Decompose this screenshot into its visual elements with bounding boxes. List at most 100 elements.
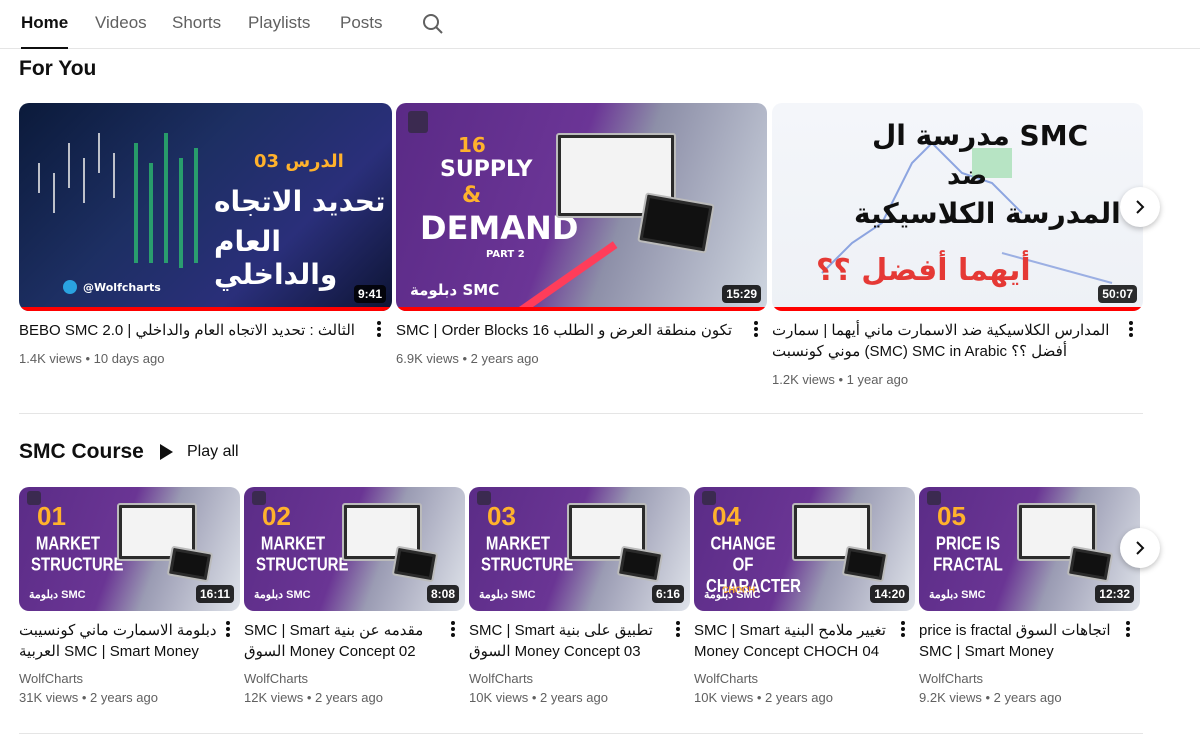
thumb-number: 03 bbox=[487, 501, 516, 531]
thumb-title-line: ضد bbox=[947, 161, 988, 191]
thumb-number: 01 bbox=[37, 501, 66, 531]
play-all-label: Play all bbox=[187, 443, 239, 460]
section-divider bbox=[19, 413, 1143, 414]
video-meta: 10K views • 2 years ago bbox=[469, 690, 608, 705]
channel-name[interactable]: WolfCharts bbox=[694, 671, 758, 686]
thumb-number: 05 bbox=[937, 501, 966, 531]
thumb-question: أيهما أفضل ؟؟ bbox=[816, 253, 1031, 288]
chevron-right-icon bbox=[1136, 200, 1145, 214]
video-title[interactable]: المدارس الكلاسيكية ضد الاسمارت ماني أيهم… bbox=[772, 320, 1117, 364]
more-vert-icon[interactable] bbox=[674, 620, 682, 640]
thumb-title-line: المدرسة الكلاسيكية bbox=[854, 197, 1121, 230]
more-vert-icon[interactable] bbox=[1127, 320, 1135, 340]
duration-badge: 15:29 bbox=[722, 285, 761, 303]
thumb-title-line: SUPPLY bbox=[440, 157, 533, 182]
thumb-title-line: مدرسة ال SMC bbox=[872, 119, 1089, 152]
channel-name[interactable]: WolfCharts bbox=[244, 671, 308, 686]
thumb-subtitle: دبلومة SMC bbox=[929, 589, 986, 601]
video-meta: 12K views • 2 years ago bbox=[244, 690, 383, 705]
play-icon bbox=[160, 444, 173, 460]
carousel-next-button[interactable] bbox=[1120, 187, 1160, 227]
video-meta: 10K views • 2 years ago bbox=[694, 690, 833, 705]
tablet-graphic bbox=[391, 545, 439, 583]
tablet-graphic bbox=[1066, 545, 1114, 583]
more-vert-icon[interactable] bbox=[224, 620, 232, 640]
more-vert-icon[interactable] bbox=[752, 320, 760, 340]
thumb-title-line: العام والداخلي bbox=[214, 225, 338, 291]
video-thumbnail[interactable]: 01 MARKET STRUCTURE دبلومة SMC 16:11 bbox=[19, 487, 240, 611]
watch-progress bbox=[772, 307, 1143, 311]
tablet-graphic bbox=[637, 192, 715, 254]
thumb-handle: @Wolfcharts bbox=[83, 281, 161, 294]
thumb-number: 02 bbox=[262, 501, 291, 531]
watch-progress bbox=[19, 307, 392, 311]
video-meta: 9.2K views • 2 years ago bbox=[919, 690, 1062, 705]
video-thumbnail[interactable]: مدرسة ال SMC ضد المدرسة الكلاسيكية أيهما… bbox=[772, 103, 1143, 311]
tab-videos[interactable]: Videos bbox=[95, 13, 147, 49]
tab-shorts[interactable]: Shorts bbox=[172, 13, 221, 49]
duration-badge: 8:08 bbox=[426, 585, 459, 603]
channel-tabs: Home Videos Shorts Playlists Posts bbox=[0, 0, 1200, 49]
thumb-title: MARKET STRUCTURE bbox=[256, 533, 349, 576]
telegram-icon bbox=[63, 280, 77, 294]
video-thumbnail[interactable]: 04 CHANGE OF CHARACTER CHOCH دبلومة SMC … bbox=[694, 487, 915, 611]
thumb-part: PART 2 bbox=[486, 249, 525, 260]
carousel-next-button[interactable] bbox=[1120, 528, 1160, 568]
section-divider bbox=[19, 733, 1143, 734]
video-thumbnail[interactable]: 05 PRICE IS FRACTAL دبلومة SMC 12:32 bbox=[919, 487, 1140, 611]
more-vert-icon[interactable] bbox=[899, 620, 907, 640]
tab-playlists[interactable]: Playlists bbox=[248, 13, 310, 49]
channel-name[interactable]: WolfCharts bbox=[469, 671, 533, 686]
video-thumbnail[interactable]: 02 MARKET STRUCTURE دبلومة SMC 8:08 bbox=[244, 487, 465, 611]
video-title[interactable]: price is fractal اتجاهات السوق SMC | Sma… bbox=[919, 620, 1117, 662]
video-meta: 6.9K views • 2 years ago bbox=[396, 351, 539, 366]
thumb-subtitle: دبلومة SMC bbox=[29, 589, 86, 601]
tablet-graphic bbox=[841, 545, 889, 583]
channel-name[interactable]: WolfCharts bbox=[19, 671, 83, 686]
thumb-title: PRICE IS FRACTAL bbox=[933, 533, 1003, 576]
wolf-logo-icon bbox=[408, 111, 428, 133]
thumb-title: MARKET STRUCTURE bbox=[31, 533, 124, 576]
duration-badge: 9:41 bbox=[353, 285, 386, 303]
watch-progress bbox=[396, 307, 767, 311]
thumb-title: MARKET STRUCTURE bbox=[481, 533, 574, 576]
tablet-graphic bbox=[616, 545, 664, 583]
thumb-number: 04 bbox=[712, 501, 741, 531]
thumb-subtitle: دبلومة SMC bbox=[479, 589, 536, 601]
video-title[interactable]: SMC | Smart تغيير ملامح البنية Money Con… bbox=[694, 620, 892, 662]
tablet-graphic bbox=[166, 545, 214, 583]
thumb-subtitle: دبلومة SMC bbox=[704, 589, 761, 601]
duration-badge: 6:16 bbox=[651, 585, 684, 603]
duration-badge: 14:20 bbox=[870, 585, 909, 603]
section-title-smc-course: SMC Course bbox=[19, 440, 144, 463]
video-title[interactable]: SMC | Smart مقدمه عن بنية السوق Money Co… bbox=[244, 620, 442, 662]
video-title[interactable]: دبلومة الاسمارت ماني كونسيبت العربية SMC… bbox=[19, 620, 217, 662]
section-title-for-you: For You bbox=[19, 57, 97, 80]
video-meta: 31K views • 2 years ago bbox=[19, 690, 158, 705]
more-vert-icon[interactable] bbox=[375, 320, 383, 340]
duration-badge: 50:07 bbox=[1098, 285, 1137, 303]
more-vert-icon[interactable] bbox=[1124, 620, 1132, 640]
duration-badge: 12:32 bbox=[1095, 585, 1134, 603]
play-all-button[interactable]: Play all bbox=[160, 440, 239, 464]
video-title[interactable]: BEBO SMC 2.0 | الدرس الثالث : تحديد الات… bbox=[19, 320, 359, 342]
video-meta: 1.4K views • 10 days ago bbox=[19, 351, 165, 366]
video-thumbnail[interactable]: الدرس 03 تحديد الاتجاه العام والداخلي @W… bbox=[19, 103, 392, 311]
thumb-subtitle: دبلومة SMC bbox=[410, 281, 500, 299]
video-title[interactable]: SMC | Order Blocks 16 شروط تكون منطقة ال… bbox=[396, 320, 736, 342]
thumb-title-line: DEMAND bbox=[420, 209, 579, 247]
video-meta: 1.2K views • 1 year ago bbox=[772, 372, 909, 387]
tab-home[interactable]: Home bbox=[21, 13, 69, 49]
chevron-right-icon bbox=[1136, 541, 1145, 555]
tab-posts[interactable]: Posts bbox=[340, 13, 383, 49]
search-icon[interactable] bbox=[421, 12, 445, 36]
more-vert-icon[interactable] bbox=[449, 620, 457, 640]
channel-name[interactable]: WolfCharts bbox=[919, 671, 983, 686]
thumb-lesson-label: الدرس 03 bbox=[254, 151, 344, 172]
duration-badge: 16:11 bbox=[195, 585, 234, 603]
thumb-title-line: تحديد الاتجاه bbox=[214, 185, 386, 218]
video-title[interactable]: SMC | Smart تطبيق على بنية السوق Money C… bbox=[469, 620, 667, 662]
decor-stripe bbox=[514, 241, 618, 311]
video-thumbnail[interactable]: 16 SUPPLY & DEMAND PART 2 دبلومة SMC 15:… bbox=[396, 103, 767, 311]
video-thumbnail[interactable]: 03 MARKET STRUCTURE دبلومة SMC 6:16 bbox=[469, 487, 690, 611]
